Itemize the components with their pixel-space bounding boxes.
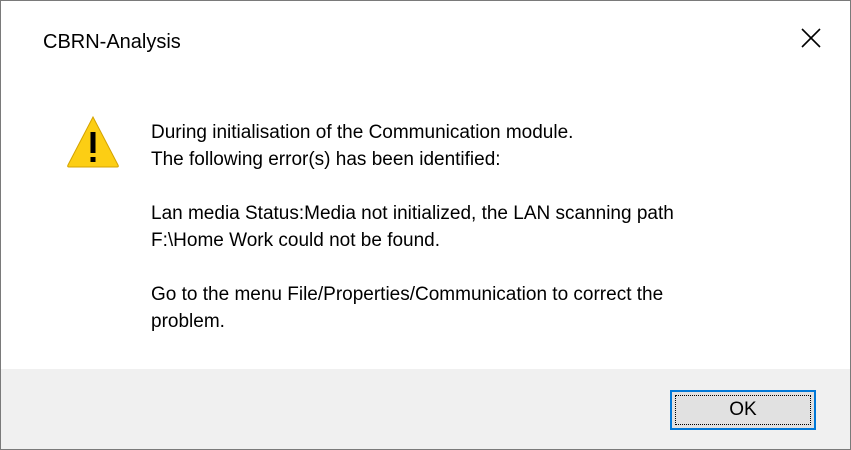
intro-paragraph: During initialisation of the Communicati…	[151, 119, 811, 173]
title-bar[interactable]: CBRN-Analysis	[1, 1, 850, 81]
error-line-1: Lan media Status:Media not initialized, …	[151, 203, 674, 224]
close-icon	[801, 28, 821, 48]
error-line-2: F:\Home Work could not be found.	[151, 230, 441, 251]
hint-paragraph: Go to the menu File/Properties/Communica…	[151, 281, 811, 335]
hint-line-1: Go to the menu File/Properties/Communica…	[151, 284, 664, 305]
intro-line-1: During initialisation of the Communicati…	[151, 122, 574, 143]
warning-icon	[67, 115, 119, 168]
window-title: CBRN-Analysis	[43, 31, 181, 53]
button-bar: OK	[1, 369, 850, 449]
close-button[interactable]	[781, 13, 841, 63]
dialog-content: During initialisation of the Communicati…	[1, 81, 850, 369]
ok-button-label: OK	[729, 399, 757, 420]
ok-button[interactable]: OK	[670, 390, 816, 430]
hint-line-2: problem.	[151, 311, 225, 332]
message-text: During initialisation of the Communicati…	[151, 119, 811, 335]
intro-line-2: The following error(s) has been identifi…	[151, 149, 501, 170]
dialog-window: CBRN-Analysis During initialisation of t…	[0, 0, 851, 450]
error-paragraph: Lan media Status:Media not initialized, …	[151, 200, 811, 254]
